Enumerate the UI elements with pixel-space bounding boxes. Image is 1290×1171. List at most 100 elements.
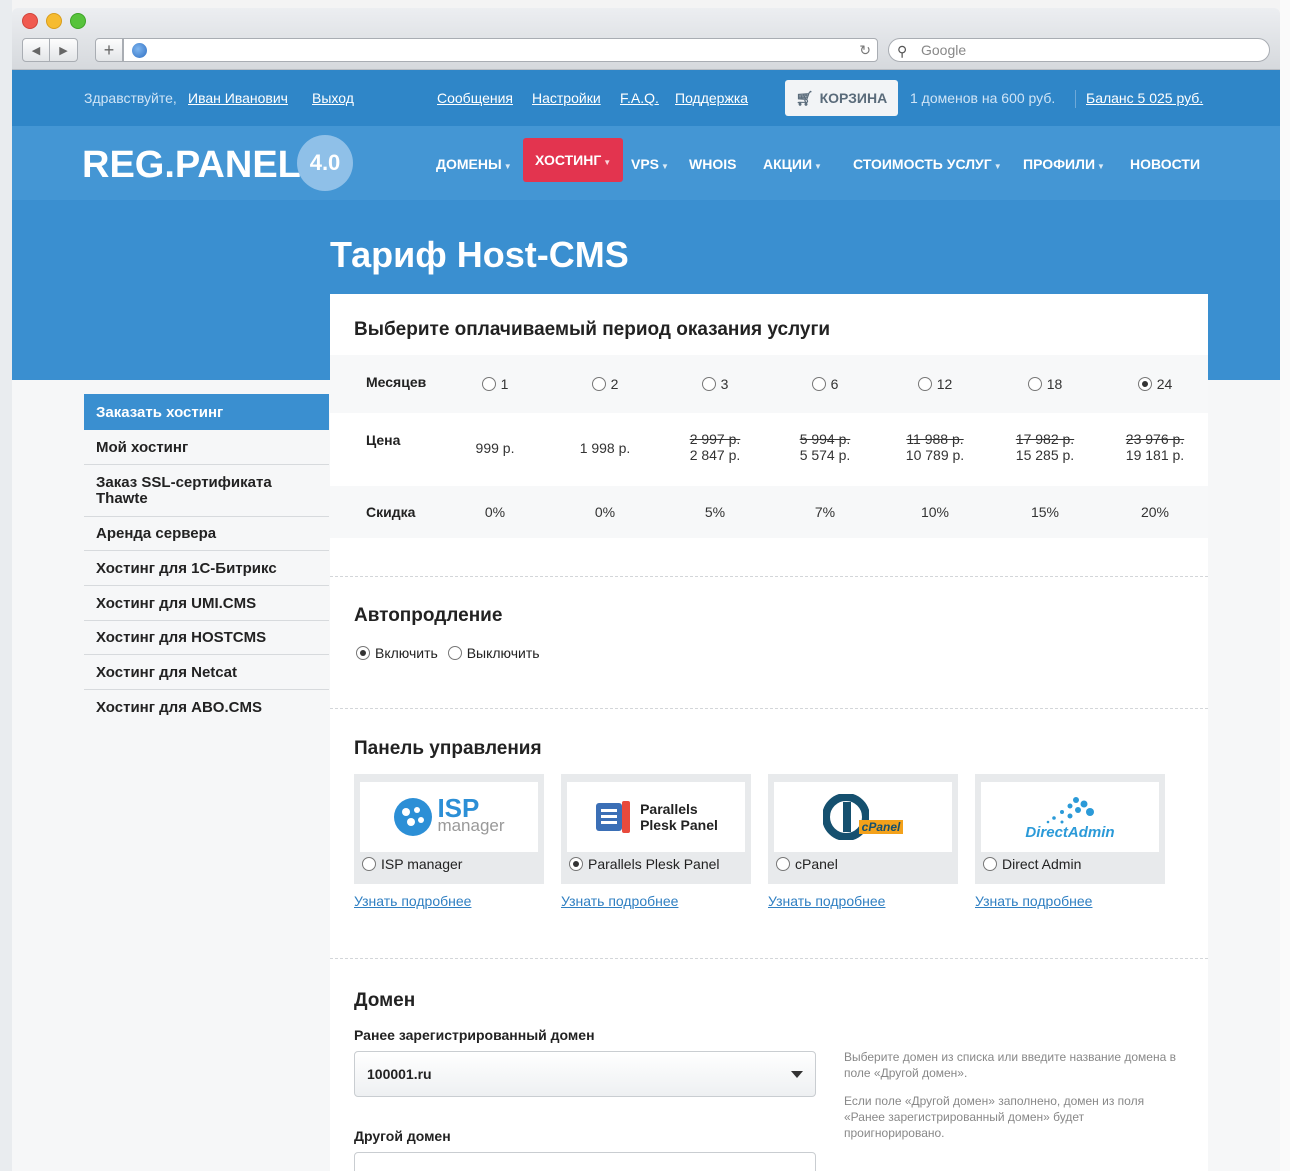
- new-tab-button[interactable]: +: [95, 38, 123, 62]
- old-price: 11 988 р.: [906, 431, 964, 447]
- cp-label-text: Parallels Plesk Panel: [588, 856, 720, 872]
- menu-promotions[interactable]: АКЦИИ ▼: [763, 148, 822, 180]
- period-option-3[interactable]: 3: [660, 376, 770, 392]
- menu-prices[interactable]: СТОИМОСТЬ УСЛУГ ▼: [853, 148, 1002, 180]
- price-cell: 23 976 р. 19 181 р.: [1100, 431, 1210, 463]
- faq-link[interactable]: F.A.Q.: [620, 90, 659, 106]
- desktop-background-right: [1280, 0, 1290, 1171]
- domain-title: Домен: [354, 990, 416, 1011]
- other-domain-input[interactable]: [354, 1152, 816, 1171]
- menu-label: СТОИМОСТЬ УСЛУГ: [853, 156, 992, 172]
- autorenew-on-radio[interactable]: Включить: [356, 645, 438, 661]
- cp-card-isp[interactable]: ISP manager ISP manager: [354, 774, 544, 884]
- old-price: 5 994 р.: [799, 431, 851, 447]
- radio-icon: [776, 857, 790, 871]
- back-button[interactable]: ◀: [22, 38, 50, 62]
- learn-more-isp-link[interactable]: Узнать подробнее: [354, 893, 471, 909]
- control-panel-title: Панель управления: [354, 738, 542, 759]
- discount-value: 10%: [920, 504, 950, 520]
- sidebar-item-netcat[interactable]: Хостинг для Netcat: [84, 655, 329, 690]
- learn-more-directadmin-link[interactable]: Узнать подробнее: [975, 893, 1092, 909]
- directadmin-logo-text: DirectAdmin: [1025, 823, 1115, 841]
- registered-domain-value: 100001.ru: [367, 1066, 432, 1082]
- sidebar-item-label: Заказать хостинг: [96, 403, 224, 421]
- radio-icon: [917, 377, 932, 391]
- logout-link[interactable]: Выход: [312, 90, 354, 106]
- sidebar-item-ssl[interactable]: Заказ SSL-сертификата Thawte: [84, 465, 329, 517]
- sidebar-item-order-hosting[interactable]: Заказать хостинг: [84, 394, 329, 430]
- menu-domains[interactable]: ДОМЕНЫ ▼: [436, 148, 512, 180]
- radio-selected-icon: [569, 857, 583, 871]
- discount-row: Скидка 0% 0% 5% 7% 10% 15% 20%: [330, 486, 1208, 538]
- radio-icon: [362, 857, 376, 871]
- period-option-6[interactable]: 6: [770, 376, 880, 392]
- menu-vps[interactable]: VPS ▼: [631, 148, 669, 180]
- topbar-divider: [1075, 90, 1076, 108]
- sidebar-item-label: Заказ SSL-сертификата Thawte: [96, 473, 272, 507]
- price-value: 15 285 р.: [1015, 447, 1075, 463]
- plus-icon: +: [103, 40, 115, 60]
- price-value: 1 998 р.: [579, 440, 631, 456]
- site-topbar: Здравствуйте, Иван Иванович Выход Сообще…: [12, 70, 1280, 126]
- months-value: 6: [830, 376, 839, 392]
- main-navigation: REG.PANEL 4.0 ДОМЕНЫ ▼ ХОСТИНГ ▼ VPS ▼ WHOI…: [12, 126, 1280, 200]
- autorenew-off-radio[interactable]: Выключить: [447, 645, 540, 661]
- chevron-right-icon: ▶: [59, 44, 68, 57]
- cp-card-cpanel[interactable]: cPanel cPanel: [768, 774, 958, 884]
- menu-label: ДОМЕНЫ: [436, 156, 502, 172]
- price-cell: 5 994 р. 5 574 р.: [770, 431, 880, 463]
- sidebar-item-my-hosting[interactable]: Мой хостинг: [84, 430, 329, 465]
- search-placeholder: Google: [921, 42, 967, 58]
- radio-icon: [701, 377, 716, 391]
- domain-hint-1: Выберите домен из списка или введите наз…: [844, 1050, 1176, 1080]
- balance-link[interactable]: Баланс 5 025 руб.: [1086, 90, 1203, 106]
- sidebar-item-umi[interactable]: Хостинг для UMI.CMS: [84, 586, 329, 621]
- user-name-link[interactable]: Иван Иванович: [188, 90, 288, 106]
- cp-card-directadmin[interactable]: DirectAdmin Direct Admin: [975, 774, 1165, 884]
- autorenew-title: Автопродление: [354, 605, 503, 626]
- messages-link[interactable]: Сообщения: [437, 90, 513, 106]
- support-link[interactable]: Поддержка: [675, 90, 748, 106]
- section-divider: [330, 576, 1208, 577]
- registered-domain-select[interactable]: 100001.ru: [354, 1051, 816, 1097]
- content-panel: Выберите оплачиваемый период оказания ус…: [330, 294, 1208, 1171]
- cp-card-plesk[interactable]: Parallels Plesk Panel Parallels Plesk Pa…: [561, 774, 751, 884]
- period-option-24[interactable]: 24: [1100, 376, 1210, 392]
- menu-news[interactable]: НОВОСТИ: [1130, 148, 1200, 180]
- forward-button[interactable]: ▶: [50, 38, 78, 62]
- plesk-logo-text: Parallels: [640, 801, 698, 817]
- period-option-12[interactable]: 12: [880, 376, 990, 392]
- menu-profiles[interactable]: ПРОФИЛИ ▼: [1023, 148, 1105, 180]
- close-window-button[interactable]: [22, 13, 38, 29]
- months-label: Месяцев: [366, 374, 427, 390]
- sidebar-item-hostcms[interactable]: Хостинг для HOSTCMS: [84, 621, 329, 655]
- period-option-1[interactable]: 1: [440, 376, 550, 392]
- minimize-window-button[interactable]: [46, 13, 62, 29]
- cp-option-label: Parallels Plesk Panel: [569, 856, 720, 872]
- learn-more-plesk-link[interactable]: Узнать подробнее: [561, 893, 678, 909]
- sidebar-item-abo[interactable]: Хостинг для ABO.CMS: [84, 690, 329, 725]
- chevron-down-icon: ▼: [814, 162, 822, 171]
- address-bar[interactable]: ↻: [123, 38, 878, 62]
- period-title: Выберите оплачиваемый период оказания ус…: [354, 319, 831, 340]
- chevron-down-icon: ▼: [603, 158, 612, 167]
- cp-option-label: cPanel: [776, 856, 838, 872]
- reload-icon[interactable]: ↻: [859, 42, 871, 59]
- isp-manager-logo: ISP manager: [360, 782, 538, 852]
- radio-icon: [1027, 377, 1042, 391]
- discount-value: 7%: [814, 504, 836, 520]
- site-logo[interactable]: REG.PANEL: [82, 144, 301, 187]
- browser-search-input[interactable]: ⚲ Google: [888, 38, 1270, 62]
- learn-more-cpanel-link[interactable]: Узнать подробнее: [768, 893, 885, 909]
- period-option-18[interactable]: 18: [990, 376, 1100, 392]
- sidebar-item-server-rent[interactable]: Аренда сервера: [84, 517, 329, 551]
- settings-link[interactable]: Настройки: [532, 90, 601, 106]
- period-option-2[interactable]: 2: [550, 376, 660, 392]
- discount-label: Скидка: [366, 504, 416, 520]
- cart-button[interactable]: 🛒︎ КОРЗИНА: [785, 80, 898, 116]
- menu-hosting[interactable]: ХОСТИНГ ▼: [523, 138, 624, 182]
- zoom-window-button[interactable]: [70, 13, 86, 29]
- sidebar-item-bitrix[interactable]: Хостинг для 1С-Битрикс: [84, 551, 329, 586]
- menu-whois[interactable]: WHOIS: [689, 148, 736, 180]
- radio-icon: [811, 377, 826, 391]
